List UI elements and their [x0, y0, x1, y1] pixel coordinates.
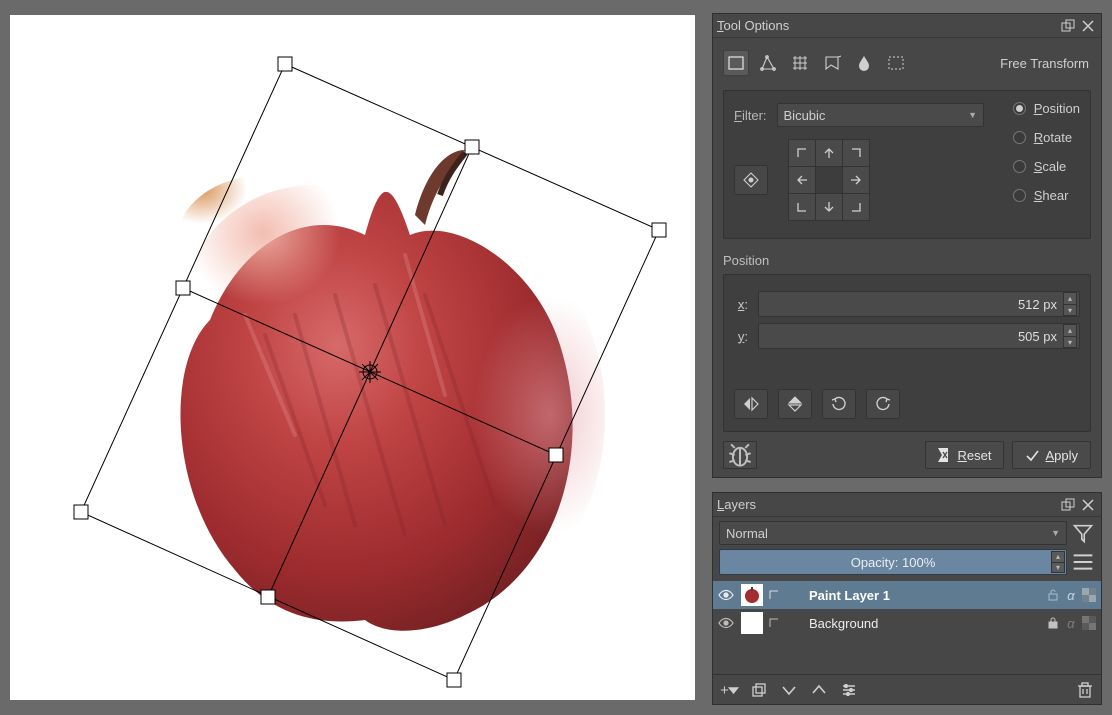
close-icon[interactable]: [1079, 497, 1097, 513]
move-up-button[interactable]: [809, 680, 829, 700]
checker-icon[interactable]: [1081, 587, 1097, 603]
anchor-grid: [788, 139, 869, 220]
x-label: x:: [734, 297, 748, 312]
opacity-label: Opacity: 100%: [851, 555, 936, 570]
layer-row-icons: α: [1045, 587, 1101, 603]
detach-icon[interactable]: [1059, 497, 1077, 513]
opacity-spin-up[interactable]: ▴: [1051, 551, 1065, 562]
canvas-content: [10, 15, 695, 700]
layers-footer: [713, 674, 1101, 704]
anchor-center[interactable]: [815, 166, 843, 194]
visibility-toggle[interactable]: [713, 586, 739, 604]
close-icon[interactable]: [1079, 18, 1097, 34]
detach-icon[interactable]: [1059, 18, 1077, 34]
layers-panel: Layers Normal ▼ Opacity: 100% ▴▾: [712, 492, 1102, 705]
chevron-down-icon: ▼: [968, 110, 977, 120]
radio-shear[interactable]: Shear: [1013, 188, 1080, 203]
warp-mode-button[interactable]: [787, 50, 813, 76]
filter-select[interactable]: Bicubic ▼: [777, 103, 984, 127]
filter-label: Filter:: [734, 108, 767, 123]
layer-row[interactable]: Background α: [713, 609, 1101, 637]
y-spin-up[interactable]: ▴: [1063, 324, 1077, 336]
layer-row[interactable]: Paint Layer 1 α: [713, 581, 1101, 609]
chevron-down-icon: ▼: [1051, 528, 1060, 538]
layers-header[interactable]: Layers: [713, 493, 1101, 517]
flip-vertical-button[interactable]: [778, 389, 812, 419]
anchor-se[interactable]: [842, 193, 870, 221]
layer-name[interactable]: Paint Layer 1: [783, 588, 1045, 603]
filter-icon[interactable]: [1071, 521, 1095, 545]
y-spin-down[interactable]: ▾: [1063, 336, 1077, 348]
cage-mode-button[interactable]: [819, 50, 845, 76]
tool-options-header[interactable]: Tool Options: [713, 14, 1101, 38]
tool-options-title: Tool Options: [717, 18, 1057, 33]
anchor-n[interactable]: [815, 139, 843, 167]
free-transform-mode-button[interactable]: [723, 50, 749, 76]
bug-icon[interactable]: [723, 441, 757, 469]
blend-mode-value: Normal: [726, 526, 768, 541]
alpha-icon[interactable]: α: [1063, 615, 1079, 631]
rotate-ccw-button[interactable]: [822, 389, 856, 419]
layer-name[interactable]: Background: [783, 616, 1045, 631]
alpha-icon[interactable]: α: [1063, 587, 1079, 603]
tool-options-panel: Tool Options: [712, 13, 1102, 478]
x-spin-up[interactable]: ▴: [1063, 292, 1077, 304]
layer-thumbnail: [741, 584, 763, 606]
y-label: y:: [734, 329, 748, 344]
rotate-cw-button[interactable]: [866, 389, 900, 419]
anchor-e[interactable]: [842, 166, 870, 194]
x-input[interactable]: 512 px ▴▾: [758, 291, 1080, 317]
anchor-w[interactable]: [788, 166, 816, 194]
list-settings-icon[interactable]: [1071, 550, 1095, 574]
lock-icon[interactable]: [1045, 587, 1061, 603]
visibility-toggle[interactable]: [713, 614, 739, 632]
alpha-indicator-icon: [765, 588, 783, 602]
y-input[interactable]: 505 px ▴▾: [758, 323, 1080, 349]
anchor-sw[interactable]: [788, 193, 816, 221]
opacity-slider[interactable]: Opacity: 100% ▴▾: [719, 549, 1067, 575]
canvas[interactable]: [10, 15, 695, 700]
checker-icon[interactable]: [1081, 615, 1097, 631]
radio-position[interactable]: Position: [1013, 101, 1080, 116]
anchor-ne[interactable]: [842, 139, 870, 167]
transform-mode-label: Free Transform: [1000, 56, 1091, 71]
radio-rotate[interactable]: Rotate: [1013, 130, 1080, 145]
reset-button[interactable]: Reset: [925, 441, 1005, 469]
move-down-button[interactable]: [779, 680, 799, 700]
x-value: 512 px: [759, 297, 1063, 312]
duplicate-layer-button[interactable]: [749, 680, 769, 700]
x-spin-down[interactable]: ▾: [1063, 304, 1077, 316]
blend-mode-select[interactable]: Normal ▼: [719, 521, 1067, 545]
opacity-spin-down[interactable]: ▾: [1051, 562, 1065, 573]
transform-modes: [723, 50, 909, 76]
position-section-label: Position: [723, 253, 1091, 268]
perspective-mode-button[interactable]: [755, 50, 781, 76]
layer-thumbnail: [741, 612, 763, 634]
flip-horizontal-button[interactable]: [734, 389, 768, 419]
layer-row-icons: α: [1045, 615, 1101, 631]
radio-scale[interactable]: Scale: [1013, 159, 1080, 174]
delete-layer-button[interactable]: [1075, 680, 1095, 700]
layers-title: Layers: [717, 497, 1057, 512]
layer-properties-button[interactable]: [839, 680, 859, 700]
apply-button[interactable]: Apply: [1012, 441, 1091, 469]
anchor-s[interactable]: [815, 193, 843, 221]
layer-list: Paint Layer 1 α Background α: [713, 581, 1101, 674]
y-value: 505 px: [759, 329, 1063, 344]
add-layer-button[interactable]: [719, 680, 739, 700]
transform-origin-button[interactable]: [734, 165, 768, 195]
filter-value: Bicubic: [784, 108, 826, 123]
alpha-indicator-icon: [765, 616, 783, 630]
anchor-nw[interactable]: [788, 139, 816, 167]
lock-icon[interactable]: [1045, 615, 1061, 631]
mesh-mode-button[interactable]: [883, 50, 909, 76]
liquify-mode-button[interactable]: [851, 50, 877, 76]
